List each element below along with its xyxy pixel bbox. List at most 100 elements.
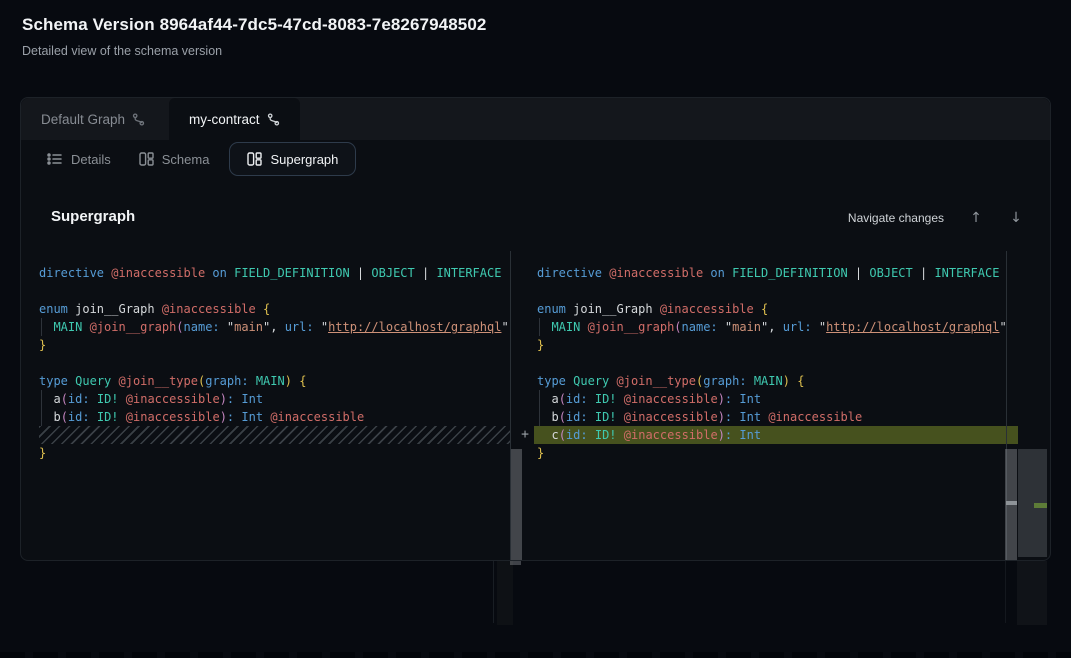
code-token: ) [285,374,292,388]
previous-change-button[interactable]: ↑ [968,210,984,226]
code-token: @inaccessible [162,302,256,316]
editor-overflow-divider [1005,561,1006,623]
code-line: type Query @join__type(graph: MAIN) { [537,372,1005,390]
code-line [537,282,1005,300]
code-token: ( [674,320,681,334]
code-token [588,392,595,406]
code-token: | [415,266,437,280]
tab-my-contract[interactable]: my-contract [169,98,300,140]
code-line: directive @inaccessible on FIELD_DEFINIT… [537,264,1005,282]
code-token: url: [783,320,812,334]
code-token: @inaccessible [624,410,718,424]
subtab-details[interactable]: Details [39,142,119,176]
code-token: INTERFACE [934,266,999,280]
code-token: @inaccessible [660,302,754,316]
code-token: id: [68,392,90,406]
code-token: Int [739,392,761,406]
code-token: ) [220,410,227,424]
code-token: Int [241,410,263,424]
code-token: id: [566,392,588,406]
code-line: MAIN @join__graph(name: "main", url: "ht… [537,318,1005,336]
code-token: MAIN [53,320,82,334]
code-token: id: [566,428,588,442]
diff-editor[interactable]: + directive @inaccessible on FIELD_DEFIN… [21,251,1051,561]
code-line: MAIN @join__graph(name: "main", url: "ht… [39,318,510,336]
schema-version-page: Schema Version 8964af44-7dc5-47cd-8083-7… [0,0,1071,658]
variant-tabstrip: Default Graph my-contract [21,98,1050,140]
tab-default-graph[interactable]: Default Graph [21,98,165,140]
code-line: } [39,444,510,462]
subtab-supergraph[interactable]: Supergraph [229,142,356,176]
code-line: } [537,444,1005,462]
code-token [617,428,624,442]
code-line: b(id: ID! @inaccessible): Int @inaccessi… [537,408,1005,426]
code-token: id: [566,410,588,424]
code-token: Int [739,428,761,442]
code-token: type [537,374,566,388]
code-token: { [263,302,270,316]
code-token: " [999,320,1005,334]
code-token [119,392,126,406]
code-token: MAIN [754,374,783,388]
minimap-added-marker [1034,503,1047,508]
diff-pane-modified[interactable]: directive @inaccessible on FIELD_DEFINIT… [537,264,1005,462]
code-token: name: [682,320,718,334]
code-token: ID! [595,410,617,424]
code-token: { [761,302,768,316]
code-token: " [314,320,328,334]
code-token: | [999,266,1005,280]
code-token: c [537,428,559,442]
code-token: { [797,374,804,388]
code-line: b(id: ID! @inaccessible): Int @inaccessi… [39,408,510,426]
code-token: @inaccessible [609,266,703,280]
diff-pane-original[interactable]: directive @inaccessible on FIELD_DEFINIT… [39,264,510,462]
code-token: Int [739,410,761,424]
code-line: a(id: ID! @inaccessible): Int [39,390,510,408]
supergraph-heading: Supergraph [51,208,135,225]
subtab-label: Details [71,152,111,167]
code-token: " [718,320,732,334]
code-token: ) [783,374,790,388]
code-token: ( [61,392,68,406]
code-token [747,374,754,388]
code-token [82,320,89,334]
code-token [617,410,624,424]
code-token: directive [39,266,104,280]
code-token: b [537,410,559,424]
code-token: enum [39,302,68,316]
code-token: ) [718,428,725,442]
navigate-changes-label: Navigate changes [848,211,944,225]
code-token: @inaccessible [624,428,718,442]
code-token: name: [184,320,220,334]
code-token: url: [285,320,314,334]
code-token: MAIN [256,374,285,388]
code-token: on [212,266,226,280]
next-change-button[interactable]: ↓ [1008,210,1024,226]
subtab-schema[interactable]: Schema [131,142,218,176]
code-token: ) [718,410,725,424]
code-token: ) [220,392,227,406]
code-token: directive [537,266,602,280]
code-token [588,428,595,442]
subtab-label: Schema [162,152,210,167]
code-token: | [501,266,510,280]
code-token: @join__type [617,374,696,388]
list-icon [47,152,63,166]
indent-guide [539,390,540,426]
code-token [249,374,256,388]
code-token [111,374,118,388]
schema-url-link[interactable]: http://localhost/graphql [328,320,501,334]
tab-label: Default Graph [41,112,125,127]
right-scrollbar-thumb[interactable] [1005,449,1017,561]
left-scrollbar-thumb[interactable] [511,449,522,561]
schema-version-card: Default Graph my-contract Details Schema Su… [20,97,1051,561]
code-token: join__Graph [566,302,660,316]
schema-url-link[interactable]: http://localhost/graphql [826,320,999,334]
code-token: @inaccessible [270,410,364,424]
code-token: } [39,338,46,352]
split-panels-icon [247,152,262,166]
code-token: MAIN [551,320,580,334]
code-token: on [710,266,724,280]
code-token: id: [68,410,90,424]
code-token: " [220,320,234,334]
